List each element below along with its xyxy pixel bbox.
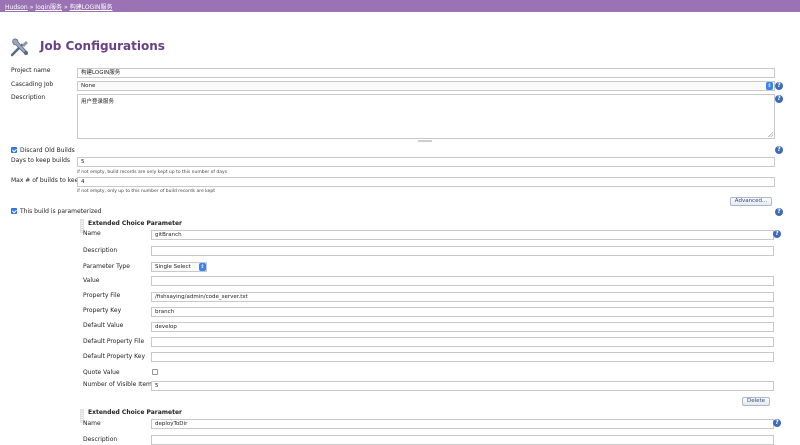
days-to-keep-hint: if not empty, build records are only kep… <box>77 170 228 175</box>
param2-description-label: Description <box>83 436 118 443</box>
help-icon[interactable]: ? <box>775 95 783 103</box>
days-to-keep-input[interactable]: 5 <box>77 157 775 167</box>
max-builds-input[interactable]: 4 <box>77 177 775 187</box>
param1-default-property-key-label: Default Property Key <box>83 353 146 360</box>
param1-default-property-file-label: Default Property File <box>83 338 145 345</box>
max-builds-label: Max # of builds to keep <box>11 177 83 184</box>
textarea-grip[interactable] <box>418 140 432 142</box>
cascading-job-select[interactable]: None <box>77 81 775 91</box>
param1-visible-items-input[interactable]: 5 <box>151 381 774 391</box>
param1-title: Extended Choice Parameter <box>88 220 183 227</box>
param2-name-input[interactable]: deployToDir <box>151 419 774 429</box>
param1-property-file-label: Property File <box>83 292 121 299</box>
help-icon[interactable]: ? <box>773 419 781 427</box>
breadcrumb-login-service[interactable]: login服务 <box>35 4 62 11</box>
param2-title: Extended Choice Parameter <box>88 409 183 416</box>
breadcrumb: Hudson» login服务» 构建LOGIN服务 <box>5 2 112 11</box>
breadcrumb-separator: » <box>64 4 68 11</box>
chevron-updown-icon[interactable]: ⇕ <box>199 263 206 271</box>
breadcrumb-build-login-service[interactable]: 构建LOGIN服务 <box>70 4 113 11</box>
parameterized-checkbox[interactable] <box>11 208 17 214</box>
max-builds-hint: if not empty, only up to this number of … <box>77 189 215 194</box>
discard-old-builds-label: Discard Old Builds <box>20 147 75 154</box>
param1-description-input[interactable] <box>151 246 774 256</box>
param2-description-input[interactable] <box>151 435 774 445</box>
param1-default-value-input[interactable]: develop <box>151 322 774 332</box>
param1-name-input[interactable]: gitBranch <box>151 230 774 240</box>
chevron-updown-icon[interactable]: ⇕ <box>766 82 773 90</box>
param1-type-label: Parameter Type <box>83 263 130 270</box>
tools-icon <box>10 38 28 57</box>
resize-handle-icon[interactable] <box>768 132 773 137</box>
description-label: Description <box>11 94 46 101</box>
top-bar: Hudson» login服务» 构建LOGIN服务 <box>0 0 800 12</box>
discard-old-builds-checkbox[interactable] <box>11 147 17 153</box>
param1-value-input[interactable] <box>151 276 774 286</box>
cascading-job-label: Cascading Job <box>11 81 54 88</box>
help-icon[interactable]: ? <box>775 208 783 216</box>
project-name-label: Project name <box>11 67 51 74</box>
breadcrumb-hudson[interactable]: Hudson <box>5 4 28 11</box>
param2-name-label: Name <box>83 420 101 427</box>
param1-quote-value-checkbox[interactable] <box>152 369 158 375</box>
description-textarea[interactable]: 用户登录服务 <box>77 94 775 139</box>
days-to-keep-label: Days to keep builds <box>11 157 71 164</box>
param1-default-property-file-input[interactable] <box>151 337 774 347</box>
help-icon[interactable]: ? <box>775 146 783 154</box>
param1-description-label: Description <box>83 247 118 254</box>
parameterized-label: This build is parameterized <box>20 208 102 215</box>
delete-button[interactable]: Delete <box>742 397 770 406</box>
param1-visible-items-label: Number of Visible Items <box>83 381 155 388</box>
project-name-input[interactable]: 构建LOGIN服务 <box>77 68 775 78</box>
param1-value-label: Value <box>83 277 100 284</box>
help-icon[interactable]: ? <box>775 82 783 90</box>
description-text: 用户登录服务 <box>81 99 115 105</box>
param1-default-value-label: Default Value <box>83 322 124 329</box>
help-icon[interactable]: ? <box>773 230 781 238</box>
param1-property-file-input[interactable]: /fishsaying/admin/code_server.txt <box>151 292 774 302</box>
advanced-button[interactable]: Advanced... <box>730 197 772 206</box>
param1-quote-value-label: Quote Value <box>83 369 120 376</box>
param1-property-key-label: Property Key <box>83 307 122 314</box>
param1-property-key-input[interactable]: branch <box>151 307 774 317</box>
param1-default-property-key-input[interactable] <box>151 352 774 362</box>
param1-name-label: Name <box>83 230 101 237</box>
page-title: Job Configurations <box>40 39 165 53</box>
